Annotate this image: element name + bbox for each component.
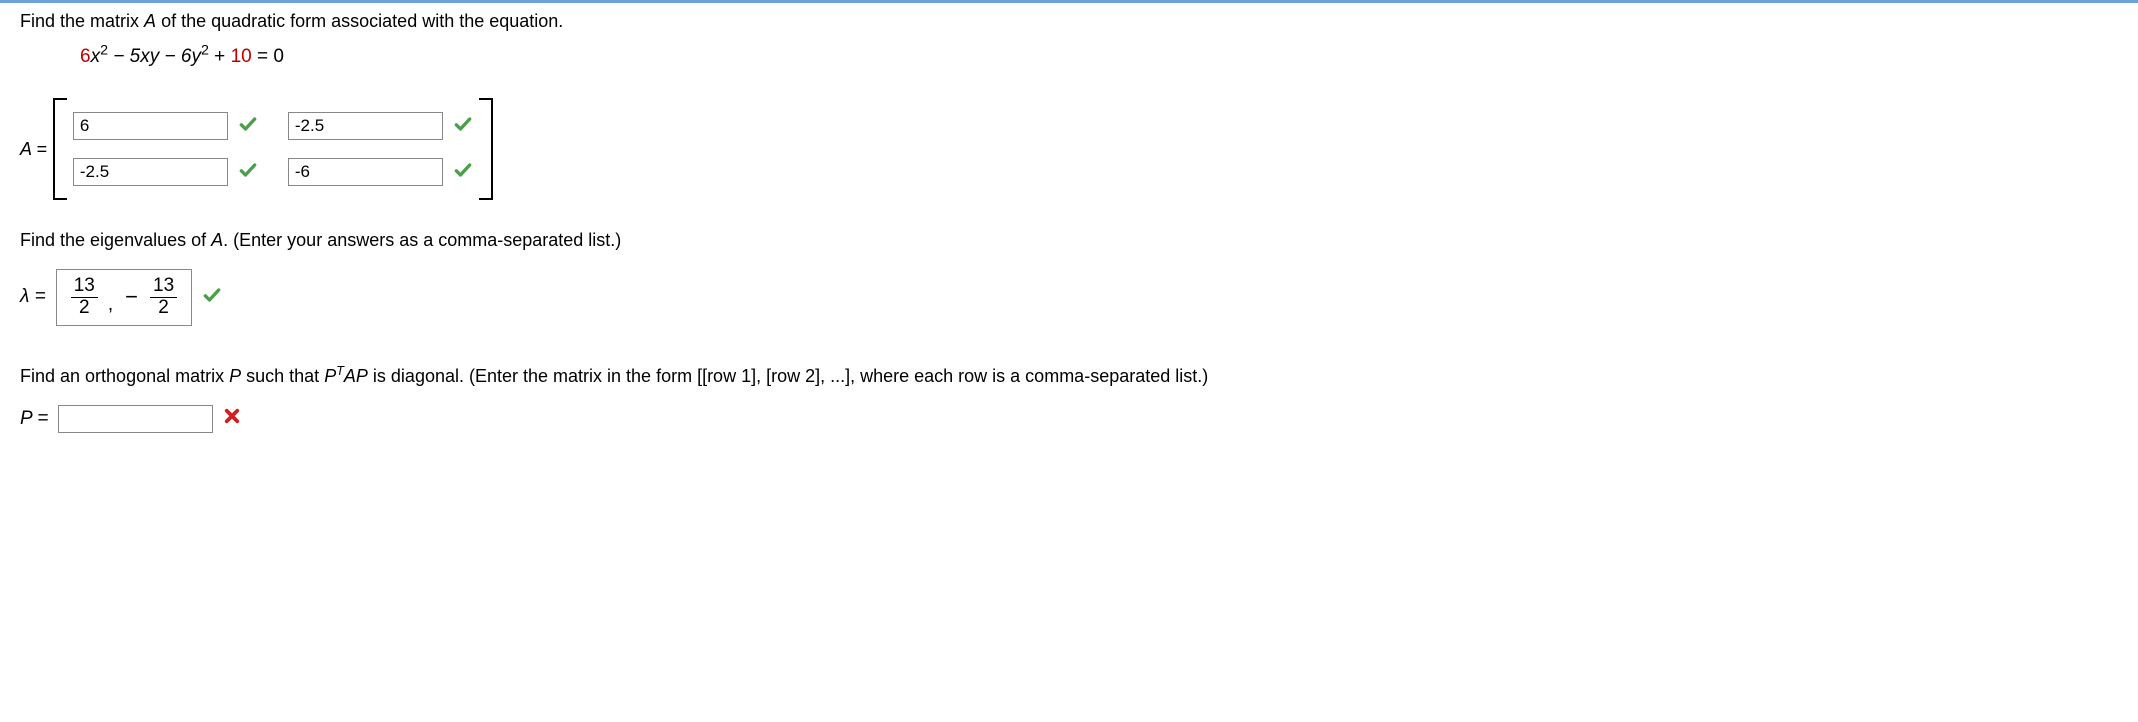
matrix-input-a21[interactable] — [73, 158, 228, 186]
eq-x: x — [91, 46, 101, 67]
p-input[interactable] — [58, 405, 213, 433]
frac1-num: 13 — [71, 276, 98, 298]
check-icon — [238, 114, 258, 139]
minus-sign: − — [123, 284, 140, 310]
eq-tail: = 0 — [252, 46, 284, 67]
frac1-den: 2 — [76, 298, 93, 319]
check-icon — [453, 160, 473, 185]
q1-var: A — [144, 11, 156, 31]
check-icon — [202, 285, 222, 310]
q3-var: P — [229, 366, 241, 386]
eq-sup1: 2 — [100, 43, 108, 59]
bracket-left — [53, 98, 67, 200]
matrix-input-a12[interactable] — [288, 112, 443, 140]
lambda-answer-row: λ = 13 2 , − 13 2 — [20, 269, 2118, 326]
matrix-input-a11[interactable] — [73, 112, 228, 140]
cell-a22-wrap — [288, 158, 473, 186]
matrix-a-row: A = — [20, 98, 2118, 200]
comma: , — [108, 294, 113, 319]
cell-a12-wrap — [288, 112, 473, 140]
fraction-1: 13 2 — [71, 276, 98, 319]
q1-text-suffix: of the quadratic form associated with th… — [156, 11, 563, 31]
equation-display: 6x2 − 5xy − 6y2 + 10 = 0 — [20, 46, 2118, 68]
content-area: Find the matrix A of the quadratic form … — [0, 3, 2138, 453]
p-label: P = — [20, 408, 48, 430]
cell-a11-wrap — [73, 112, 258, 140]
lambda-label: λ = — [20, 286, 46, 308]
frac2-den: 2 — [155, 298, 172, 319]
lambda-answer-box[interactable]: 13 2 , − 13 2 — [56, 269, 192, 326]
cell-a21-wrap — [73, 158, 258, 186]
ptap-p: P — [324, 366, 336, 386]
question-2-prompt: Find the eigenvalues of A. (Enter your a… — [20, 230, 2118, 251]
q1-text-prefix: Find the matrix — [20, 11, 144, 31]
eq-plus: + — [209, 46, 231, 67]
matrix-label: A = — [20, 139, 47, 160]
p-answer-row: P = — [20, 405, 2118, 433]
q3-prefix: Find an orthogonal matrix — [20, 366, 229, 386]
q2-var: A — [211, 230, 223, 250]
equation-coef-1: 6 — [80, 46, 91, 67]
question-1-prompt: Find the matrix A of the quadratic form … — [20, 11, 2118, 32]
eq-mid: − 5xy − 6y — [108, 46, 201, 67]
frac2-num: 13 — [150, 276, 177, 298]
check-icon — [238, 160, 258, 185]
q3-suffix: is diagonal. (Enter the matrix in the fo… — [368, 366, 1208, 386]
eq-sup2: 2 — [201, 43, 209, 59]
matrix-a — [53, 98, 493, 200]
ptap-t: T — [336, 364, 344, 378]
equation-coef-2: 10 — [231, 46, 252, 67]
ptap-expression: PTAP — [324, 366, 368, 386]
ptap-ap: AP — [344, 366, 368, 386]
question-3-prompt: Find an orthogonal matrix P such that PT… — [20, 366, 2118, 387]
matrix-cells — [67, 98, 479, 200]
matrix-input-a22[interactable] — [288, 158, 443, 186]
cross-icon — [223, 407, 241, 430]
fraction-2: 13 2 — [150, 276, 177, 319]
q3-mid: such that — [241, 366, 324, 386]
check-icon — [453, 114, 473, 139]
bracket-right — [479, 98, 493, 200]
q2-suffix: . (Enter your answers as a comma-separat… — [223, 230, 621, 250]
q2-prefix: Find the eigenvalues of — [20, 230, 211, 250]
